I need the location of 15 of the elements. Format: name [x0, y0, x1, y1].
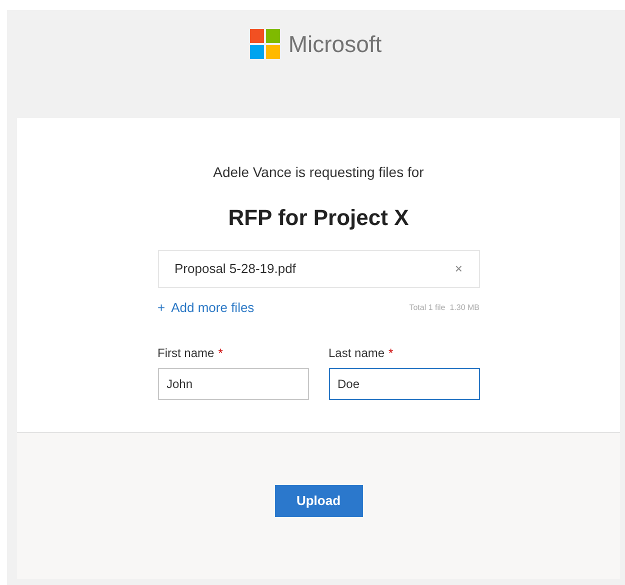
required-mark: *: [218, 344, 223, 362]
required-mark: *: [388, 344, 394, 362]
request-message: Adele Vance is requesting files for: [213, 163, 424, 182]
file-name: Proposal 5-28-19.pdf: [174, 260, 296, 278]
brand-name: Microsoft: [288, 30, 382, 59]
upload-button[interactable]: Upload: [274, 485, 362, 517]
name-field[interactable]: John: [158, 368, 308, 400]
logo-icon: [250, 29, 280, 59]
name-field[interactable]: Doe: [328, 368, 480, 400]
remove-button[interactable]: ×: [454, 259, 462, 279]
total-size: Total 1 file 1.30 MB: [409, 302, 480, 314]
request-title: RFP for Project X: [228, 204, 409, 232]
add-files-link[interactable]: + Add more files: [158, 298, 254, 318]
field-label: Last name: [328, 344, 385, 362]
field-label: First name: [158, 344, 214, 362]
